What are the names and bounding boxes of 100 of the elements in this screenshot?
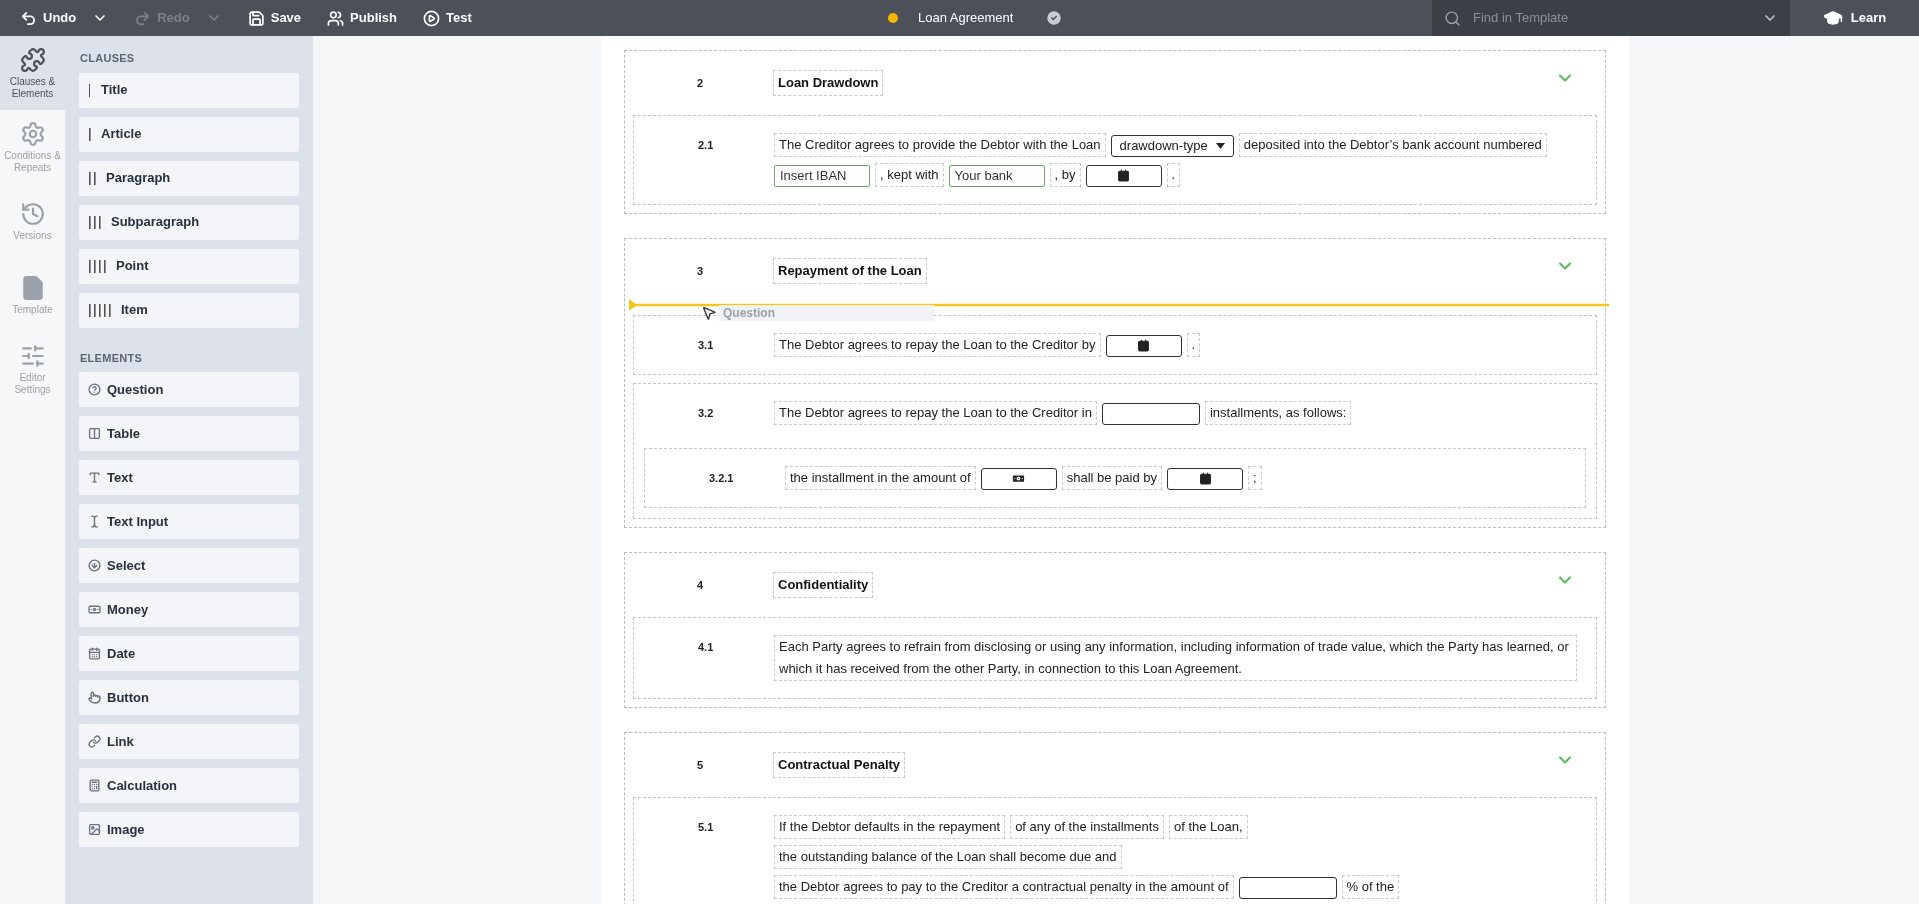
clause-text: the installment in the amount of [785, 466, 976, 490]
clause-text: The Debtor agrees to repay the Loan to the Creditor in [774, 401, 1097, 425]
date-field[interactable] [1105, 334, 1182, 357]
section-number: 3 [696, 263, 705, 279]
date-field[interactable] [1167, 467, 1243, 490]
level-bars-icon [88, 171, 98, 185]
pointer-hand-icon [88, 691, 101, 704]
test-icon [423, 9, 441, 27]
dropdown[interactable]: drawdown-type [1110, 134, 1234, 157]
panel-heading: ELEMENTS [79, 350, 144, 366]
clause-number: 2.1 [697, 138, 715, 153]
publish-icon [327, 9, 345, 27]
clause-number: 3.2 [697, 406, 715, 421]
calendar-icon [88, 647, 101, 660]
question-icon [88, 383, 101, 396]
letter-icon [88, 471, 101, 484]
input-field[interactable] [1238, 876, 1337, 899]
clause-text: ; [1248, 466, 1262, 490]
clause-text: If the Debtor defaults in the repayment [774, 815, 1006, 839]
clause-text: . [1186, 333, 1201, 357]
element-item[interactable]: Money [79, 592, 299, 627]
clause-number: 3.2.1 [708, 471, 735, 486]
image-icon [88, 823, 101, 836]
redo-icon [134, 9, 152, 27]
text-cursor-icon [88, 515, 101, 528]
clause-number: 4.1 [697, 640, 715, 655]
calendar-icon [1137, 339, 1151, 353]
clause-item[interactable]: Subparagraph [79, 204, 299, 240]
search-bar[interactable]: Find in Template [1432, 0, 1790, 36]
clause-text: of the Loan, [1168, 815, 1248, 839]
clause-text: Each Party agrees to refrain from disclosing or using any information, including information of trade value, which the Party has learned, or which it has received from the other Party, in connection to this Loan Agreement. [774, 635, 1577, 681]
graduation-cap-icon [1822, 8, 1843, 28]
banknote-icon [88, 603, 101, 616]
level-bars-icon [88, 303, 113, 317]
clause-text: of any of the installments [1010, 815, 1164, 839]
section-number: 4 [696, 577, 705, 593]
clause-text: deposited into the Debtor’s bank account numbered [1238, 133, 1547, 157]
element-item[interactable]: Link [79, 724, 299, 759]
calculator-icon [88, 779, 101, 792]
money-field[interactable] [980, 467, 1057, 490]
table-icon [88, 427, 101, 440]
element-item[interactable]: Date [79, 636, 299, 671]
search-field[interactable]: Find in Template [1473, 8, 1750, 28]
clause-item[interactable]: Paragraph [79, 160, 299, 196]
clause-item[interactable]: Point [79, 248, 299, 284]
search-icon [1444, 9, 1461, 27]
cursor-icon [701, 305, 717, 321]
save-icon [247, 9, 265, 27]
level-bars-icon [88, 215, 103, 229]
rail-tab[interactable]: Clauses & Elements [0, 36, 65, 110]
clause-text: The Creditor agrees to provide the Debtor with the Loan [774, 133, 1106, 157]
clause-number: 5.1 [697, 820, 715, 835]
element-item[interactable]: Button [79, 680, 299, 715]
input-field[interactable]: Your bank [948, 164, 1045, 187]
caret-icon [1215, 142, 1225, 149]
clause-item[interactable]: Item [79, 292, 299, 328]
level-bars-icon [88, 83, 93, 97]
date-field[interactable] [1085, 164, 1162, 187]
clause-text: , kept with [875, 163, 944, 187]
section-number: 5 [696, 757, 705, 773]
gears-icon [19, 120, 46, 147]
toolbar-button[interactable]: Publish [327, 8, 398, 28]
history-icon [19, 200, 46, 227]
input-field[interactable] [1101, 402, 1200, 425]
panel-heading: CLAUSES [79, 51, 136, 66]
calendar-icon [1117, 169, 1130, 183]
clause-text: the Debtor agrees to pay to the Creditor a contractual penalty in the amount of [774, 875, 1234, 899]
link-icon [88, 735, 101, 748]
drag-preview: Question [719, 305, 934, 321]
element-item[interactable]: Text Input [79, 504, 299, 539]
clause-text: installments, as follows: [1204, 401, 1352, 425]
puzzle-icon [19, 46, 46, 73]
toolbar-button[interactable]: Undo [20, 8, 109, 28]
input-field[interactable]: Insert IBAN [774, 164, 870, 187]
clause-text: The Debtor agrees to repay the Loan to the Creditor by [774, 333, 1101, 357]
clause-text: , by [1049, 163, 1081, 187]
section-title: Confidentiality [773, 572, 874, 598]
section-number: 2 [696, 75, 705, 91]
check-icon [1045, 9, 1064, 27]
clause-item[interactable]: Title [79, 72, 299, 108]
dropdown-icon [88, 559, 101, 572]
clause-item[interactable]: Article [79, 116, 299, 152]
section-title: Repayment of the Loan [773, 258, 927, 284]
undo-icon [20, 9, 37, 27]
learn-button[interactable]: Learn [1790, 0, 1919, 36]
element-item[interactable]: Question [79, 372, 299, 407]
element-item[interactable]: Table [79, 416, 299, 451]
element-item[interactable]: Image [79, 812, 299, 847]
section-title: Loan Drawdown [773, 70, 884, 96]
toolbar-button[interactable]: Save [247, 8, 302, 28]
clause-text: the outstanding balance of the Loan shall become due and [774, 845, 1122, 869]
section-title: Contractual Penalty [773, 752, 906, 778]
level-bars-icon [88, 259, 108, 273]
toolbar-button[interactable]: Test [423, 8, 472, 28]
element-item[interactable]: Select [79, 548, 299, 583]
element-item[interactable]: Calculation [79, 768, 299, 803]
clause-text: % of the [1341, 875, 1400, 899]
element-item[interactable]: Text [79, 460, 299, 495]
calendar-icon [1198, 472, 1212, 486]
clause-number: 3.1 [697, 338, 715, 353]
